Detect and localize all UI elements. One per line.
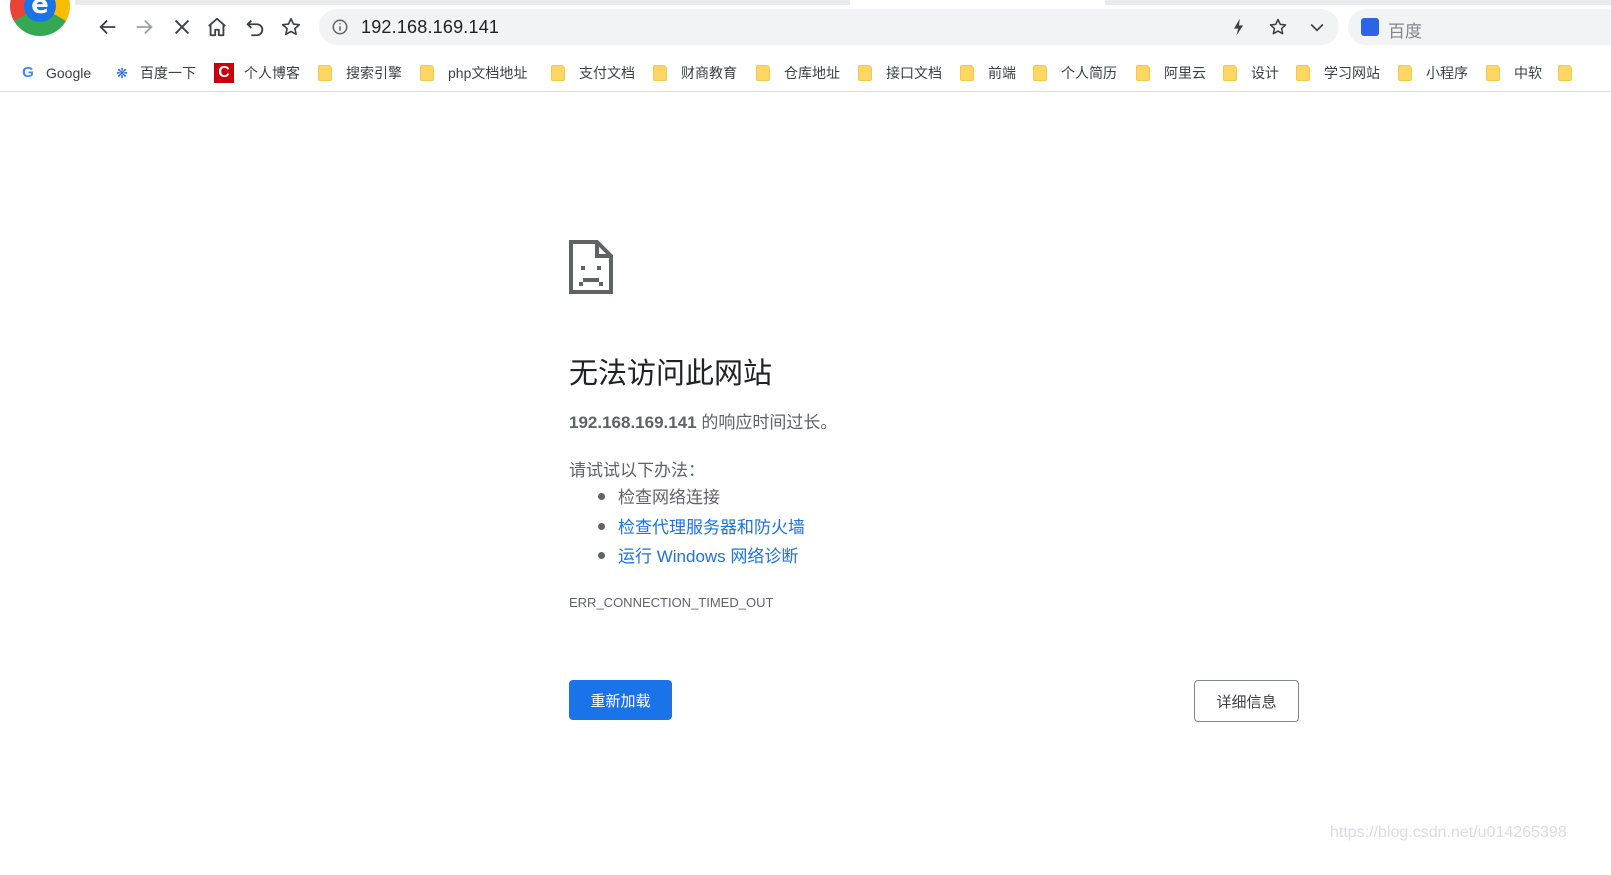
- folder-icon: [756, 65, 770, 81]
- reload-button[interactable]: 重新加载: [569, 680, 672, 720]
- bookmark-label: 接口文档: [886, 65, 942, 81]
- bookmark-item[interactable]: 小程序: [1398, 62, 1468, 84]
- search-box[interactable]: 百度: [1348, 9, 1611, 45]
- sad-page-icon: [569, 240, 613, 294]
- stop-button[interactable]: [168, 13, 196, 41]
- browser-toolbar: e 192.168.169.141 百度: [0, 0, 1611, 54]
- undo-close-tab-button[interactable]: [241, 13, 269, 41]
- address-bar[interactable]: 192.168.169.141: [319, 9, 1339, 45]
- bookmark-item[interactable]: 阿里云: [1136, 62, 1206, 84]
- bookmark-item[interactable]: ❋ 百度一下: [114, 62, 196, 84]
- suggestion-run-diagnostics-link[interactable]: 运行 Windows 网络诊断: [569, 542, 805, 572]
- home-button[interactable]: [203, 13, 231, 41]
- bookmark-star-icon[interactable]: [1268, 17, 1288, 37]
- folder-icon: [551, 65, 565, 81]
- bookmark-item[interactable]: 学习网站: [1296, 62, 1380, 84]
- watermark-text: https://blog.csdn.net/u014265398: [1330, 824, 1567, 841]
- folder-icon: [1223, 65, 1237, 81]
- folder-icon: [1033, 65, 1047, 81]
- bookmark-label: 财商教育: [681, 65, 737, 81]
- folder-icon: [1136, 65, 1150, 81]
- bookmark-item[interactable]: 个人简历: [1033, 62, 1117, 84]
- undo-close-tab-icon: [246, 19, 264, 37]
- folder-icon: [1558, 65, 1572, 81]
- suggestions-list: 检查网络连接 检查代理服务器和防火墙 运行 Windows 网络诊断: [569, 483, 805, 572]
- bookmark-label: 仓库地址: [784, 65, 840, 81]
- bookmark-label: 小程序: [1426, 65, 1468, 81]
- bookmark-item[interactable]: 前端: [960, 62, 1016, 84]
- bookmark-label: 中软: [1514, 65, 1542, 81]
- folder-icon: [653, 65, 667, 81]
- suggestions-label: 请试试以下办法：: [569, 461, 705, 480]
- folder-icon: [1296, 65, 1310, 81]
- info-icon[interactable]: [331, 18, 349, 36]
- bookmark-item[interactable]: C 个人博客: [214, 62, 300, 84]
- search-engine-label: 百度: [1388, 22, 1422, 41]
- suggestion-check-network: 检查网络连接: [569, 483, 805, 513]
- csdn-icon: C: [214, 63, 234, 83]
- bookmark-label: Google: [46, 65, 92, 81]
- bookmark-overflow-folder[interactable]: [1558, 62, 1586, 84]
- tab-strip: [75, 0, 1611, 5]
- bookmark-label: 个人简历: [1061, 65, 1117, 81]
- bookmark-item[interactable]: php文档地址: [420, 62, 527, 84]
- folder-icon: [960, 65, 974, 81]
- bookmarks-bar: G Google ❋ 百度一下 C 个人博客 搜索引擎 php文档地址 支付文档 财商教育 仓库地址…: [0, 54, 1611, 92]
- bookmark-item[interactable]: 仓库地址: [756, 62, 840, 84]
- error-code: ERR_CONNECTION_TIMED_OUT: [569, 595, 774, 610]
- details-button[interactable]: 详细信息: [1194, 680, 1299, 722]
- bookmark-label: 搜索引擎: [346, 65, 402, 81]
- forward-arrow-icon: [136, 19, 153, 35]
- folder-icon: [1398, 65, 1412, 81]
- star-icon: [281, 17, 301, 36]
- bookmark-label: 个人博客: [244, 65, 300, 81]
- home-icon: [208, 17, 226, 37]
- bookmark-item[interactable]: G Google: [20, 62, 91, 84]
- bookmark-label: 支付文档: [579, 65, 635, 81]
- bookmark-label: php文档地址: [448, 65, 528, 81]
- google-icon: G: [22, 64, 34, 81]
- error-title: 无法访问此网站: [569, 358, 773, 390]
- stop-icon: [174, 19, 190, 35]
- bookmark-item[interactable]: 搜索引擎: [318, 62, 402, 84]
- bookmark-label: 前端: [988, 65, 1016, 81]
- active-tab[interactable]: [850, 0, 1105, 5]
- baidu-paw-icon: ❋: [116, 65, 128, 81]
- baidu-icon: [1361, 18, 1379, 36]
- browser-logo-icon: e: [10, 0, 70, 36]
- chevron-down-icon[interactable]: [1307, 17, 1327, 37]
- lightning-icon[interactable]: [1229, 17, 1249, 37]
- error-description: 192.168.169.141 的响应时间过长。: [569, 408, 837, 433]
- bookmark-label: 学习网站: [1324, 65, 1380, 81]
- bookmark-item[interactable]: 支付文档: [551, 62, 635, 84]
- bookmark-label: 百度一下: [140, 65, 196, 81]
- folder-icon: [318, 65, 332, 81]
- favorites-button[interactable]: [277, 13, 305, 41]
- url-text[interactable]: 192.168.169.141: [361, 17, 499, 38]
- bookmark-item[interactable]: 中软: [1486, 62, 1542, 84]
- forward-button[interactable]: [130, 13, 158, 41]
- bookmark-item[interactable]: 财商教育: [653, 62, 737, 84]
- folder-icon: [858, 65, 872, 81]
- error-desc-suffix: 的响应时间过长。: [696, 413, 838, 432]
- bookmark-label: 阿里云: [1164, 65, 1206, 81]
- bookmark-label: 设计: [1251, 65, 1279, 81]
- error-host: 192.168.169.141: [569, 413, 697, 432]
- back-button[interactable]: [94, 13, 122, 41]
- bookmark-item[interactable]: 接口文档: [858, 62, 942, 84]
- suggestion-check-proxy-link[interactable]: 检查代理服务器和防火墙: [569, 513, 805, 543]
- folder-icon: [420, 65, 434, 81]
- bookmark-item[interactable]: 设计: [1223, 62, 1279, 84]
- folder-icon: [1486, 65, 1500, 81]
- back-arrow-icon: [99, 19, 116, 35]
